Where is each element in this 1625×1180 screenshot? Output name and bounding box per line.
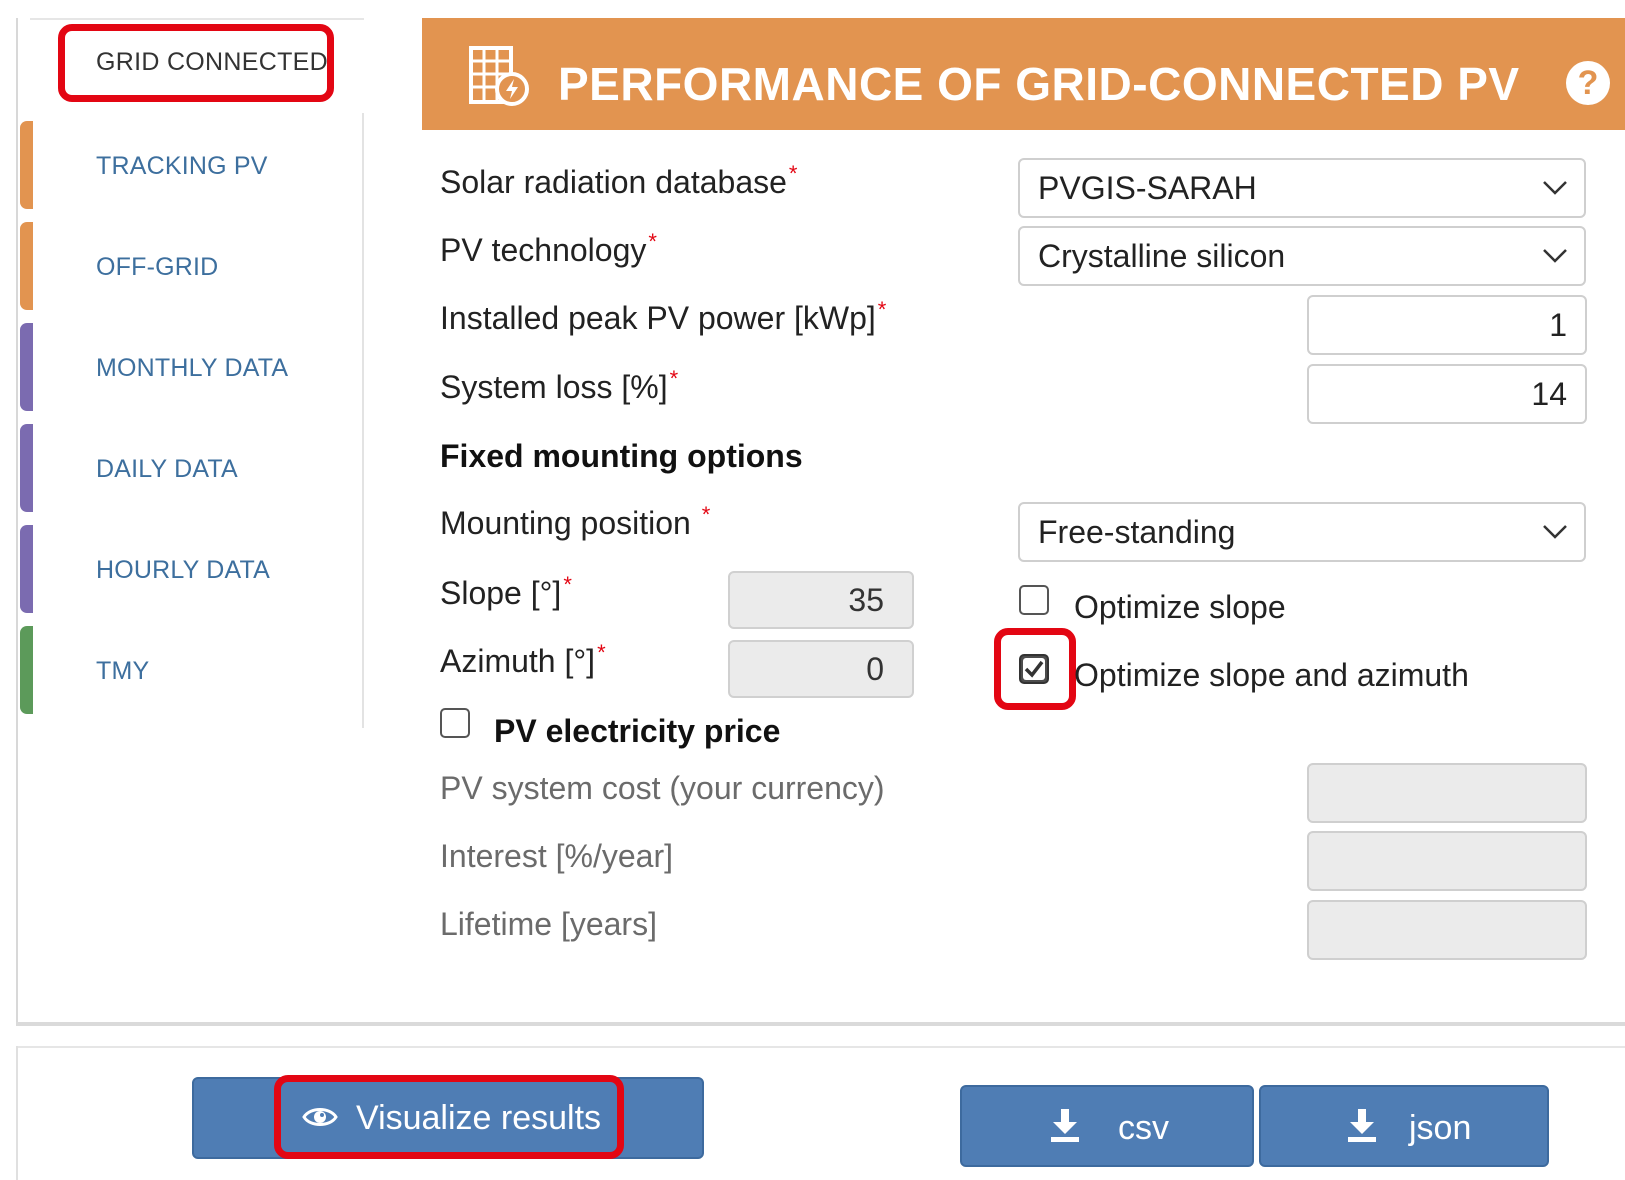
slope-label-text: Slope [°] <box>440 575 562 611</box>
download-json-label[interactable]: json <box>1409 1109 1471 1148</box>
download-icon <box>1051 1109 1079 1142</box>
required-marker: * <box>877 297 887 322</box>
database-label: Solar radiation database* <box>440 161 798 201</box>
database-select-value: PVGIS-SARAH <box>1038 170 1257 206</box>
nav-label[interactable]: DAILY DATA <box>96 455 238 484</box>
price-label[interactable]: PV electricity price <box>494 713 780 750</box>
nav-item-monthly-data[interactable]: MONTHLY DATA <box>20 321 362 413</box>
nav-color-bar <box>20 121 33 209</box>
chevron-down-icon <box>1543 181 1567 195</box>
page-title: PERFORMANCE OF GRID-CONNECTED PV <box>558 58 1520 110</box>
lifetime-input[interactable] <box>1307 900 1587 960</box>
database-label-text: Solar radiation database <box>440 164 787 200</box>
system-loss-label: System loss [%]* <box>440 366 679 406</box>
database-select[interactable]: PVGIS-SARAH <box>1018 158 1586 218</box>
chevron-down-icon <box>1543 249 1567 263</box>
nav-color-bar <box>20 222 33 310</box>
highlight-optimize-checkbox <box>994 628 1076 710</box>
highlight-visualize-results <box>274 1075 624 1159</box>
chevron-down-icon <box>1543 525 1567 539</box>
download-csv-button[interactable]: csv <box>960 1085 1254 1167</box>
nav-label[interactable]: MONTHLY DATA <box>96 354 288 383</box>
required-marker: * <box>701 502 711 527</box>
optimize-slope-azimuth-label[interactable]: Optimize slope and azimuth <box>1074 657 1469 694</box>
download-csv-label[interactable]: csv <box>1118 1109 1169 1148</box>
slope-input[interactable]: 35 <box>728 571 914 629</box>
price-checkbox[interactable] <box>440 708 470 738</box>
help-icon[interactable]: ? <box>1566 61 1610 105</box>
solar-panel-icon <box>468 45 530 112</box>
system-cost-input[interactable] <box>1307 763 1587 823</box>
nav-item-tracking-pv[interactable]: TRACKING PV <box>20 119 362 211</box>
nav-color-bar <box>20 525 33 613</box>
optimize-slope-label[interactable]: Optimize slope <box>1074 589 1286 626</box>
peak-power-input[interactable]: 1 <box>1307 295 1587 355</box>
nav-item-hourly-data[interactable]: HOURLY DATA <box>20 523 362 615</box>
azimuth-label: Azimuth [°]* <box>440 640 606 680</box>
technology-label-text: PV technology <box>440 232 647 268</box>
peak-power-value: 1 <box>1549 307 1567 343</box>
nav-color-bar <box>20 323 33 411</box>
required-marker: * <box>597 640 606 665</box>
required-marker: * <box>648 229 657 254</box>
footer-left-border <box>16 1046 18 1180</box>
azimuth-label-text: Azimuth [°] <box>440 643 596 679</box>
required-marker: * <box>788 161 798 186</box>
optimize-slope-checkbox[interactable] <box>1019 585 1049 615</box>
nav-color-bar <box>20 424 33 512</box>
azimuth-input[interactable]: 0 <box>728 640 914 698</box>
highlight-grid-connected <box>58 24 334 102</box>
mounting-heading: Fixed mounting options <box>440 438 803 474</box>
peak-power-label: Installed peak PV power [kWp]* <box>440 297 887 337</box>
nav-item-tmy[interactable]: TMY <box>20 624 362 716</box>
nav-item-daily-data[interactable]: DAILY DATA <box>20 422 362 514</box>
slope-label: Slope [°]* <box>440 572 572 612</box>
nav-outer-border <box>16 18 18 1024</box>
download-json-button[interactable]: json <box>1259 1085 1549 1167</box>
required-marker: * <box>669 366 679 391</box>
nav-item-off-grid[interactable]: OFF-GRID <box>20 220 362 312</box>
system-cost-label: PV system cost (your currency) <box>440 770 885 806</box>
mounting-position-select[interactable]: Free-standing <box>1018 502 1586 562</box>
technology-select[interactable]: Crystalline silicon <box>1018 226 1586 286</box>
azimuth-value: 0 <box>866 651 884 687</box>
footer-divider <box>16 1046 1625 1048</box>
interest-input[interactable] <box>1307 831 1587 891</box>
nav-label[interactable]: HOURLY DATA <box>96 556 270 585</box>
mounting-position-label: Mounting position * <box>440 502 711 542</box>
technology-select-value: Crystalline silicon <box>1038 238 1286 274</box>
nav-separator <box>362 113 364 728</box>
system-loss-input[interactable]: 14 <box>1307 364 1587 424</box>
mounting-position-label-text: Mounting position <box>440 505 691 541</box>
required-marker: * <box>563 572 572 597</box>
panel-divider <box>16 1022 1625 1026</box>
nav-color-bar <box>20 626 33 714</box>
interest-label: Interest [%/year] <box>440 838 673 874</box>
download-icon <box>1348 1109 1376 1142</box>
mounting-position-value: Free-standing <box>1038 514 1236 550</box>
slope-value: 35 <box>848 582 884 618</box>
system-loss-label-text: System loss [%] <box>440 369 668 405</box>
lifetime-label: Lifetime [years] <box>440 906 657 942</box>
nav-label[interactable]: OFF-GRID <box>96 253 218 282</box>
nav-label[interactable]: TMY <box>96 657 149 686</box>
nav-label[interactable]: TRACKING PV <box>96 152 268 181</box>
system-loss-value: 14 <box>1531 376 1567 412</box>
page-header: PERFORMANCE OF GRID-CONNECTED PV ? <box>422 18 1625 130</box>
peak-power-label-text: Installed peak PV power [kWp] <box>440 300 876 336</box>
technology-label: PV technology* <box>440 229 657 269</box>
